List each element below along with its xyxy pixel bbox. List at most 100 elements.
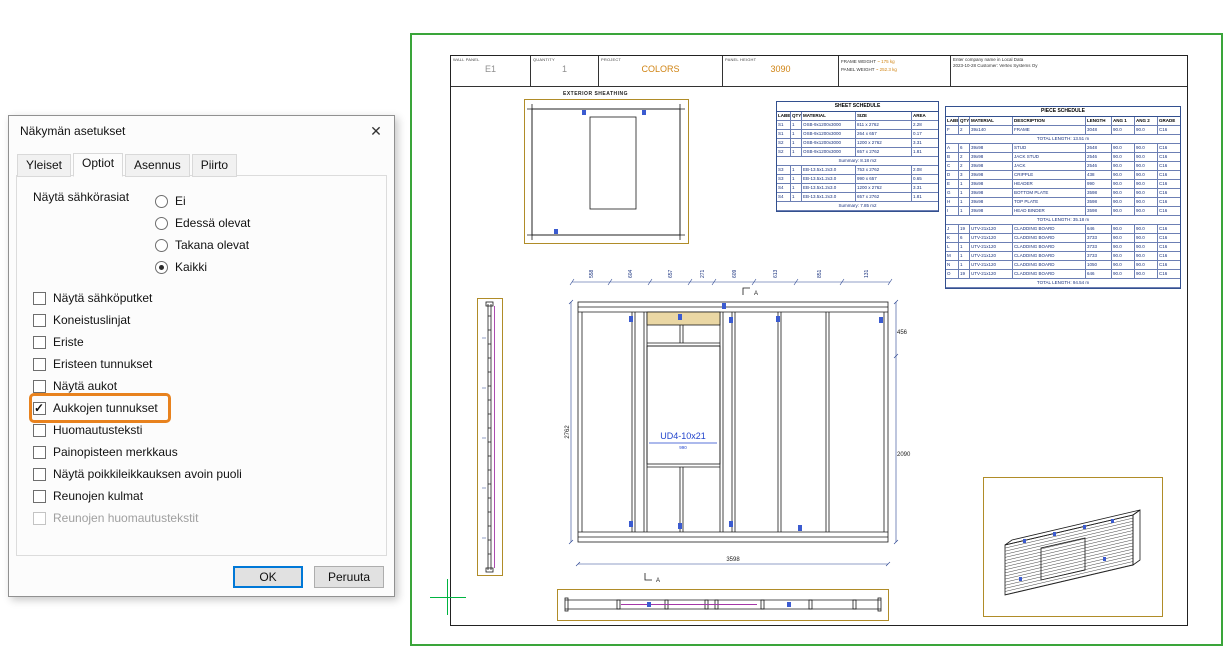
- checkbox-row-reunojen-kulmat[interactable]: Reunojen kulmat: [33, 485, 386, 507]
- checkbox-row-huomautusteksti[interactable]: Huomautusteksti: [33, 419, 386, 441]
- checkbox[interactable]: [33, 446, 46, 459]
- titleblock-company: Enter company name in Local Data 2023-10…: [951, 56, 1187, 86]
- quantity-value: 1: [533, 64, 596, 74]
- checkbox[interactable]: [33, 512, 46, 525]
- radio-option-kaikki[interactable]: Kaikki: [155, 256, 250, 278]
- checkbox-row-eriste[interactable]: Eriste: [33, 331, 386, 353]
- checkbox[interactable]: [33, 402, 46, 415]
- radio-circle[interactable]: [155, 217, 168, 230]
- checkbox-row-näytä-poikkileikkauksen-avoin-puoli[interactable]: Näytä poikkileikkauksen avoin puoli: [33, 463, 386, 485]
- checkbox[interactable]: [33, 314, 46, 327]
- table-row: J19UTV-21x120CLADDING BOARD64690.090.0C1…: [946, 225, 1180, 234]
- dialog-title: Näkymän asetukset: [20, 124, 125, 138]
- radio-circle[interactable]: [155, 195, 168, 208]
- sheet-titleblock: WALL PANEL E1 QUANTITY 1 PROJECT COLORS …: [451, 56, 1187, 87]
- titleblock-wall-panel: WALL PANEL E1: [451, 56, 531, 86]
- dimension-label: 657: [668, 269, 674, 278]
- table-row: S11OSB-9x1200x3000811 x 27622.28: [777, 121, 938, 130]
- dimension-label: 613: [773, 269, 779, 278]
- cancel-button[interactable]: Peruuta: [314, 566, 384, 588]
- titleblock-weights: FRAME WEIGHT ~ 175 kg PANEL WEIGHT ~ 252…: [839, 56, 951, 86]
- table-row: D339x98CRIPPLE43890.090.0C16: [946, 171, 1180, 180]
- opening-type-label: UD4-10x21: [660, 431, 706, 441]
- top-dimension-row: 558 604 657 271 609 613 851 131: [566, 251, 896, 287]
- table-row: I139x98HEAD BINDER359890.090.0C16: [946, 207, 1180, 216]
- checkbox-label: Eriste: [53, 335, 84, 349]
- titleblock-panel-height: PANEL HEIGHT 3090: [723, 56, 839, 86]
- dialog-titlebar[interactable]: Näkymän asetukset ✕: [9, 116, 394, 146]
- checkbox[interactable]: [33, 424, 46, 437]
- table-row: B239x98JACK STUD254690.090.0C16: [946, 153, 1180, 162]
- table-row: A639x98STUD264890.090.0C16: [946, 144, 1180, 153]
- tab-piirto[interactable]: Piirto: [192, 154, 237, 177]
- sheet-schedule-table: SHEET SCHEDULELABELQTYMATERIALSIZEAREAS1…: [776, 101, 939, 212]
- exterior-sheathing-label: EXTERIOR SHEATHING: [563, 91, 628, 97]
- wall-panel-label: WALL PANEL: [453, 57, 528, 62]
- checkbox-row-koneistuslinjat[interactable]: Koneistuslinjat: [33, 309, 386, 331]
- titleblock-project: PROJECT COLORS: [599, 56, 723, 86]
- table-row: L1UTV-21x120CLADDING BOARD373390.090.0C1…: [946, 243, 1180, 252]
- close-icon: ✕: [370, 123, 382, 140]
- frame-elevation-view: UD4-10x21 990 2762 456 2090 3598 A A: [566, 286, 911, 586]
- table-header-row: LABELQTYMATERIALDESCRIPTIONLENGTHANG 1AN…: [946, 117, 1180, 126]
- plan-section-view: [557, 589, 889, 621]
- radio-label: Kaikki: [175, 260, 207, 274]
- checkbox-row-näytä-sähköputket[interactable]: Näytä sähköputket: [33, 287, 386, 309]
- checkbox-row-reunojen-huomautustekstit[interactable]: Reunojen huomautustekstit: [33, 507, 386, 529]
- frame-weight-line: FRAME WEIGHT ~ 175 kg: [841, 59, 948, 65]
- checkbox-label: Aukkojen tunnukset: [53, 401, 158, 415]
- table-row: S21OSB-9x1200x3000657 x 27621.81: [777, 148, 938, 157]
- exterior-sheathing-view: [524, 99, 689, 244]
- tab-yleiset[interactable]: Yleiset: [17, 154, 71, 177]
- dimension-label: 851: [817, 269, 823, 278]
- electric-boxes-radio-group: EiEdessä olevatTakana olevat Kaikki: [155, 190, 250, 278]
- tab-panel-optiot: Näytä sähkörasiat EiEdessä olevatTakana …: [16, 175, 387, 556]
- checkbox-row-aukkojen-tunnukset[interactable]: Aukkojen tunnukset: [33, 397, 167, 419]
- table-title: SHEET SCHEDULE: [777, 102, 938, 112]
- tab-asennus[interactable]: Asennus: [125, 154, 190, 177]
- table-row: S21OSB-9x1200x30001200 x 27623.31: [777, 139, 938, 148]
- table-header-row: LABELQTYMATERIALSIZEAREA: [777, 112, 938, 121]
- side-section-view: [477, 298, 503, 576]
- close-button[interactable]: ✕: [358, 117, 394, 145]
- table-row: F239x140FRAME304890.090.0C16: [946, 126, 1180, 135]
- radio-circle[interactable]: [155, 261, 168, 274]
- panel-height-label: PANEL HEIGHT: [725, 57, 836, 62]
- opening-width-label: 990: [679, 445, 687, 450]
- checkbox-label: Reunojen huomautustekstit: [53, 511, 198, 525]
- dimension-label: 131: [864, 269, 870, 278]
- radio-option-edessä-olevat[interactable]: Edessä olevat: [155, 212, 250, 234]
- section-marker-top: A: [754, 291, 758, 297]
- table-row: S31EB-13.5x1.2x3.0753 x 27622.08: [777, 166, 938, 175]
- dialog-button-row: OK Peruuta: [233, 566, 384, 588]
- table-row: G139x98BOTTOM PLATE359890.090.0C16: [946, 189, 1180, 198]
- table-row: S41EB-13.5x1.2x3.0657 x 27621.81: [777, 193, 938, 202]
- cad-viewport[interactable]: WALL PANEL E1 QUANTITY 1 PROJECT COLORS …: [410, 33, 1223, 646]
- table-title: PIECE SCHEDULE: [946, 107, 1180, 117]
- right-dimension-bottom: 2090: [897, 452, 911, 458]
- table-row: O19UTV-21x120CLADDING BOARD64690.090.0C1…: [946, 270, 1180, 279]
- checkbox-row-painopisteen-merkkaus[interactable]: Painopisteen merkkaus: [33, 441, 386, 463]
- checkbox[interactable]: [33, 468, 46, 481]
- table-row: Summary: 8.18 m2: [777, 157, 938, 166]
- checkbox[interactable]: [33, 490, 46, 503]
- checkbox-row-eristeen-tunnukset[interactable]: Eristeen tunnukset: [33, 353, 386, 375]
- radio-circle[interactable]: [155, 239, 168, 252]
- table-row: H139x98TOP PLATE359890.090.0C16: [946, 198, 1180, 207]
- checkbox[interactable]: [33, 358, 46, 371]
- dimension-label: 271: [700, 269, 706, 278]
- tab-optiot[interactable]: Optiot: [73, 153, 123, 177]
- checkbox[interactable]: [33, 380, 46, 393]
- checkbox-label: Eristeen tunnukset: [53, 357, 152, 371]
- checkbox-label: Koneistuslinjat: [53, 313, 130, 327]
- table-row: TOTAL LENGTH: 35.18 m: [946, 216, 1180, 225]
- checkbox-row-näytä-aukot[interactable]: Näytä aukot: [33, 375, 386, 397]
- ok-button[interactable]: OK: [233, 566, 303, 588]
- checkbox[interactable]: [33, 292, 46, 305]
- radio-option-ei[interactable]: Ei: [155, 190, 250, 212]
- options-checkbox-list: Näytä sähköputket Koneistuslinjat Eriste Er…: [33, 287, 386, 529]
- checkbox-label: Huomautusteksti: [53, 423, 142, 437]
- radio-option-takana-olevat[interactable]: Takana olevat: [155, 234, 250, 256]
- table-row: M1UTV-21x120CLADDING BOARD373390.090.0C1…: [946, 252, 1180, 261]
- checkbox[interactable]: [33, 336, 46, 349]
